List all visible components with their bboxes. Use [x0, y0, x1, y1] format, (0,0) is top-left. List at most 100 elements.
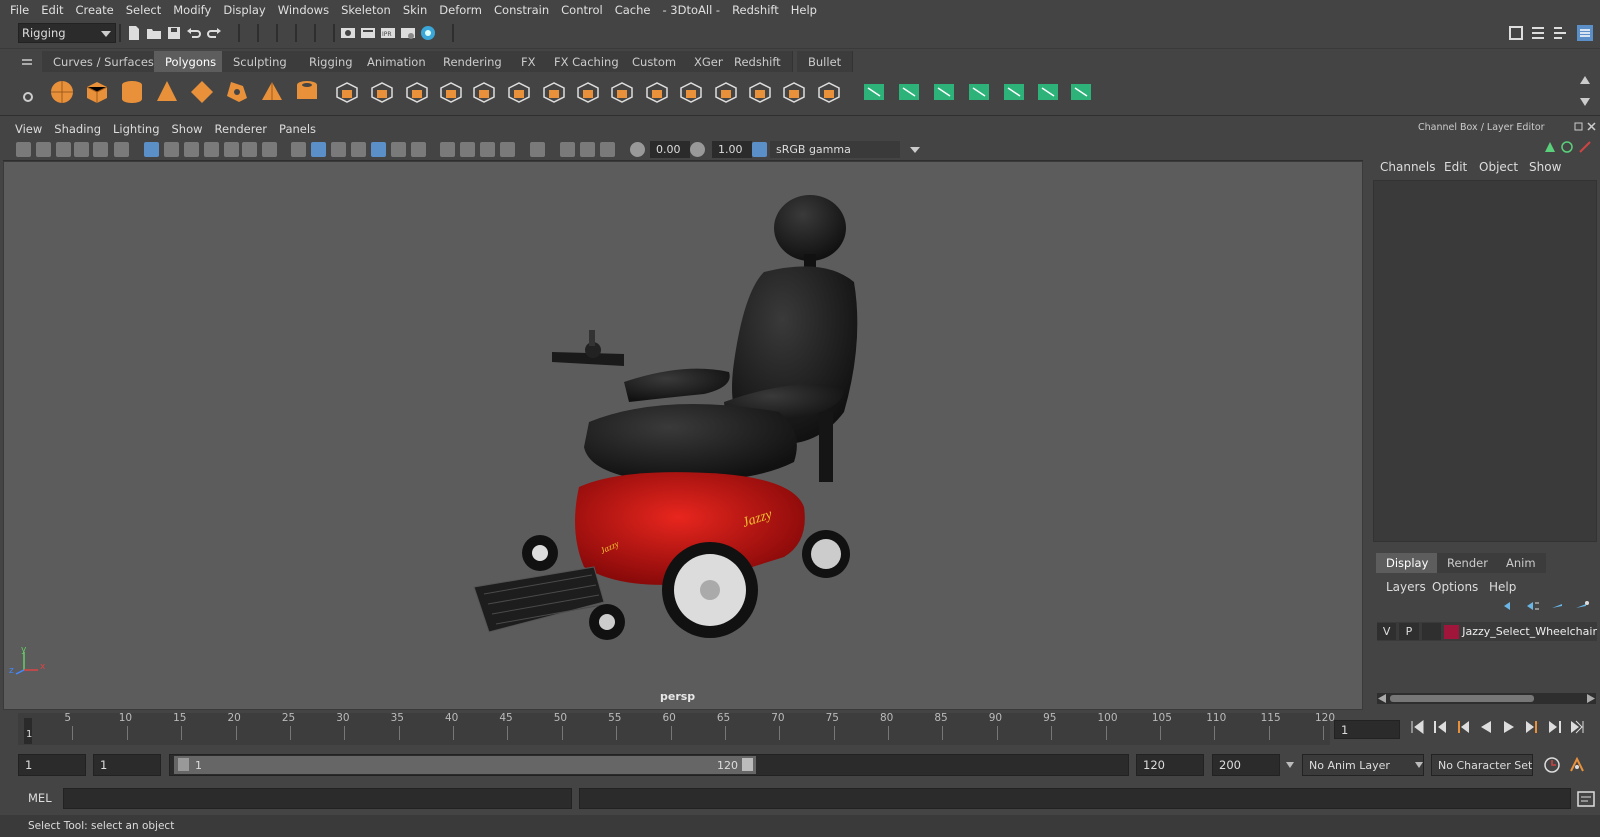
menu-help[interactable]: Help: [785, 3, 823, 17]
shelf-tab-custom[interactable]: Custom: [621, 51, 689, 73]
menu-select[interactable]: Select: [120, 3, 167, 17]
channel-menu-channels[interactable]: Channels: [1380, 160, 1436, 174]
xray-active-components-icon[interactable]: [580, 142, 595, 157]
layer-color-swatch[interactable]: [1443, 624, 1460, 639]
shelf-tab-bullet[interactable]: Bullet: [797, 51, 854, 73]
render-frame-icon[interactable]: [360, 25, 376, 41]
chevron-down-icon[interactable]: [910, 147, 920, 153]
menu-skin[interactable]: Skin: [397, 3, 433, 17]
poly-cylinder-icon[interactable]: [118, 78, 146, 106]
range-slider-end-handle[interactable]: [742, 758, 753, 771]
bookmark-icon[interactable]: [56, 142, 71, 157]
layer-playback-toggle[interactable]: P: [1399, 623, 1419, 640]
viewport-menu-view[interactable]: View: [9, 122, 48, 136]
shelf-scroll-up-icon[interactable]: [1580, 76, 1590, 84]
grid-icon[interactable]: [144, 142, 159, 157]
uv-spherical-icon[interactable]: [930, 78, 958, 106]
auto-key-icon[interactable]: [1543, 756, 1561, 774]
scroll-right-icon[interactable]: [1587, 694, 1595, 703]
panel-close-icon[interactable]: [1587, 122, 1596, 131]
poly-torus-icon[interactable]: [223, 78, 251, 106]
shelf-menu-icon[interactable]: [22, 59, 32, 65]
shelf-tab-animation[interactable]: Animation: [356, 51, 438, 73]
viewport-menu-show[interactable]: Show: [166, 122, 209, 136]
character-set-dropdown-icon[interactable]: [1415, 762, 1423, 768]
speed-icon[interactable]: [1560, 140, 1574, 154]
layer-menu-help[interactable]: Help: [1489, 580, 1516, 594]
poly-cone-icon[interactable]: [153, 78, 181, 106]
bevel-edge-icon[interactable]: [712, 78, 740, 106]
select-camera-icon[interactable]: [16, 142, 31, 157]
menu-display[interactable]: Display: [217, 3, 271, 17]
hyperbolic-icon[interactable]: [1578, 140, 1592, 154]
viewport-3d[interactable]: Jazzy Jazzy y x z: [3, 161, 1363, 710]
script-editor-icon[interactable]: [1577, 790, 1595, 808]
new-scene-icon[interactable]: [126, 25, 142, 41]
character-set-selector[interactable]: No Character Set: [1431, 754, 1533, 776]
gamma-icon[interactable]: [690, 142, 705, 157]
go-to-start-icon[interactable]: [1410, 720, 1424, 734]
channel-menu-show[interactable]: Show: [1529, 160, 1561, 174]
poly-pyramid-icon[interactable]: [258, 78, 286, 106]
current-frame-field[interactable]: 1: [1334, 720, 1400, 739]
uv-cylindrical-icon[interactable]: [895, 78, 923, 106]
outliner-toggle-icon[interactable]: [1530, 25, 1546, 41]
motion-blur-icon[interactable]: [460, 142, 475, 157]
move-layer-down-icon[interactable]: [1525, 600, 1541, 612]
shadows-icon[interactable]: [411, 142, 426, 157]
gate-mask-icon[interactable]: [204, 142, 219, 157]
playback-start-field[interactable]: 1: [93, 754, 161, 776]
new-layer-selected-icon[interactable]: [1574, 600, 1590, 612]
menu-modify[interactable]: Modify: [167, 3, 217, 17]
layer-tab-render[interactable]: Render: [1437, 553, 1498, 573]
use-default-material-icon[interactable]: [331, 142, 346, 157]
menu-deform[interactable]: Deform: [433, 3, 488, 17]
freeze-transform-icon[interactable]: [815, 78, 843, 106]
manipulator-icon[interactable]: [1543, 140, 1557, 154]
exposure-field[interactable]: 0.00: [650, 141, 690, 158]
anim-layer-selector[interactable]: No Anim Layer: [1302, 754, 1424, 776]
range-slider-bar[interactable]: [174, 756, 756, 774]
smooth-shade-icon[interactable]: [311, 142, 326, 157]
uv-editor-icon[interactable]: [1034, 78, 1062, 106]
insert-edge-loop-icon[interactable]: [643, 78, 671, 106]
shelf-scroll-down-icon[interactable]: [1580, 98, 1590, 106]
poly-cube-icon[interactable]: [83, 78, 111, 106]
image-plane-icon[interactable]: [74, 142, 89, 157]
redo-icon[interactable]: [206, 25, 222, 41]
wireframe-on-shaded-icon[interactable]: [351, 142, 366, 157]
safe-action-icon[interactable]: [242, 142, 257, 157]
menu-3dtoall[interactable]: - 3DtoAll -: [656, 3, 726, 17]
attribute-editor-toggle-icon[interactable]: [1552, 25, 1568, 41]
layer-row[interactable]: V P Jazzy_Select_Wheelchair: [1377, 622, 1597, 641]
smooth-icon[interactable]: [437, 78, 465, 106]
shelf-tab-fx[interactable]: FX: [510, 51, 548, 73]
multisample-aa-icon[interactable]: [480, 142, 495, 157]
step-forward-key-icon[interactable]: [1548, 720, 1562, 734]
menu-file[interactable]: File: [4, 3, 35, 17]
shelf-settings-icon[interactable]: [23, 92, 33, 102]
scroll-left-icon[interactable]: [1378, 694, 1386, 703]
layer-visibility-toggle[interactable]: V: [1377, 623, 1397, 640]
color-management-icon[interactable]: [752, 142, 767, 157]
shelf-tab-redshift[interactable]: Redshift: [723, 51, 793, 73]
uv-layout-icon[interactable]: [1067, 78, 1095, 106]
menu-cache[interactable]: Cache: [609, 3, 657, 17]
color-space-selector[interactable]: sRGB gamma: [770, 141, 900, 158]
shelf-tab-rigging[interactable]: Rigging: [298, 51, 365, 73]
poly-plane-icon[interactable]: [188, 78, 216, 106]
two-d-pan-icon[interactable]: [114, 142, 129, 157]
bridge-icon[interactable]: [505, 78, 533, 106]
channel-menu-object[interactable]: Object: [1479, 160, 1518, 174]
bevel-icon[interactable]: [470, 78, 498, 106]
xray-icon[interactable]: [371, 142, 386, 157]
workspace-toggle-icon[interactable]: [1508, 25, 1524, 41]
shelf-tab-polygons[interactable]: Polygons: [154, 51, 229, 73]
menu-constrain[interactable]: Constrain: [488, 3, 555, 17]
step-back-frame-icon[interactable]: [1456, 720, 1470, 734]
extract-icon[interactable]: [403, 78, 431, 106]
step-back-key-icon[interactable]: [1433, 720, 1447, 734]
extrude-icon[interactable]: [540, 78, 568, 106]
shelf-tab-curves-surfaces[interactable]: Curves / Surfaces: [42, 51, 166, 73]
command-language-toggle[interactable]: MEL: [28, 791, 52, 805]
